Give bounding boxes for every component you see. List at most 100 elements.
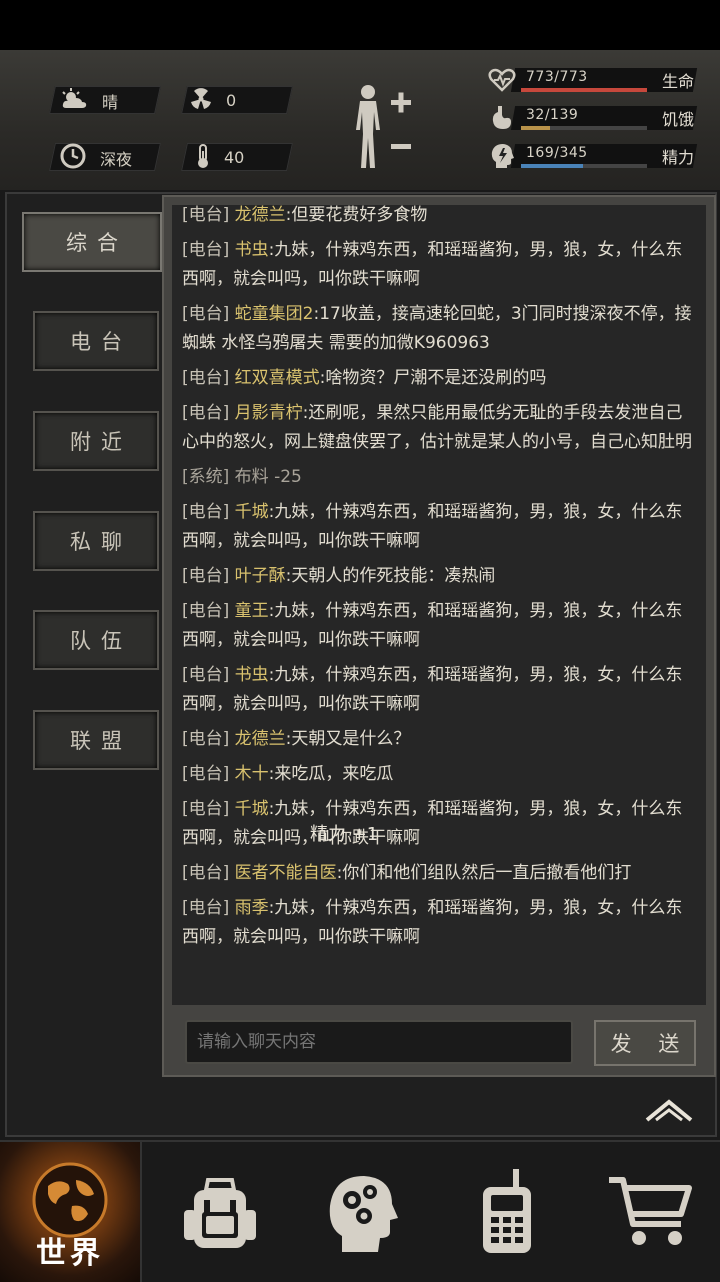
stomach-icon xyxy=(488,104,516,132)
message-channel-tag: [电台] xyxy=(182,566,230,586)
clock-icon xyxy=(60,143,86,172)
energy-gain-notice: 精力 +1 xyxy=(310,824,379,845)
message-sender[interactable]: 红双喜模式 xyxy=(235,368,320,388)
chat-message: [电台] 月影青柠:还刷呢，果然只能用最低劣无耻的手段去发泄自己心中的怒火，网上… xyxy=(182,399,694,457)
message-text: :天朝又是什么？ xyxy=(285,729,411,749)
message-sender[interactable]: 叶子酥 xyxy=(235,566,286,586)
radiation-indicator: 0 xyxy=(190,88,236,113)
radiation-value: 0 xyxy=(226,91,237,110)
human-body-icon xyxy=(356,85,411,168)
chat-message: [电台] 蛇童集团2:17收盖，接高速轮回蛇，3门同时搜深夜不停，接蜘蛛 水怪乌… xyxy=(182,300,694,358)
tab-nearby[interactable]: 附近 xyxy=(33,411,159,471)
message-channel-tag: [电台] xyxy=(182,403,230,423)
message-sender[interactable]: 龙德兰 xyxy=(235,205,286,225)
time-of-day-value: 深夜 xyxy=(100,149,133,169)
backpack-icon xyxy=(184,1178,256,1248)
chat-message: [电台] 童王:九妹，什辣鸡东西，和瑶瑶酱狗，男，狼，女，什么东西啊，就会叫吗，… xyxy=(182,597,694,655)
chat-message: [电台] 千城:九妹，什辣鸡东西，和瑶瑶酱狗，男，狼，女，什么东西啊，就会叫吗，… xyxy=(182,795,694,853)
walkie-talkie-icon xyxy=(483,1169,531,1253)
message-channel-tag: [电台] xyxy=(182,863,230,883)
message-channel-tag: [电台] xyxy=(182,665,230,685)
message-text: 布料 -25 xyxy=(234,467,302,487)
message-sender[interactable]: 千城 xyxy=(235,799,269,819)
tab-alliance[interactable]: 联盟 xyxy=(33,710,159,770)
energy-head-icon xyxy=(488,142,516,170)
message-sender[interactable]: 木十 xyxy=(235,764,269,784)
chat-log[interactable]: [电台] 龙德兰:但要花费好多食物 [电台] 书虫:九妹，什辣鸡东西，和瑶瑶酱狗，… xyxy=(172,205,706,1005)
message-sender[interactable]: 千城 xyxy=(235,502,269,522)
nav-world-label: 世界 xyxy=(36,1236,104,1271)
energy-value: 169/345 xyxy=(526,145,588,161)
chat-message: [电台] 龙德兰:天朝又是什么？ xyxy=(182,725,694,754)
message-text: :啥物资？尸潮不是还没刷的吗 xyxy=(319,368,547,388)
message-sender[interactable]: 龙德兰 xyxy=(235,729,286,749)
chat-message: [电台] 红双喜模式:啥物资？尸潮不是还没刷的吗 xyxy=(182,364,694,393)
temperature-indicator: 40 xyxy=(196,143,244,172)
collapse-button[interactable] xyxy=(644,1096,694,1124)
message-sender[interactable]: 书虫 xyxy=(235,665,269,685)
chat-message: [电台] 书虫:九妹，什辣鸡东西，和瑶瑶酱狗，男，狼，女，什么东西啊，就会叫吗，… xyxy=(182,661,694,719)
message-sender[interactable]: 医者不能自医 xyxy=(235,863,337,883)
chat-message: [电台] 千城:九妹，什辣鸡东西，和瑶瑶酱狗，男，狼，女，什么东西啊，就会叫吗，… xyxy=(182,498,694,556)
message-text: :天朝人的作死技能：凑热闹 xyxy=(285,566,496,586)
thermometer-icon xyxy=(196,143,210,172)
nav-shop[interactable] xyxy=(580,1142,720,1282)
message-channel-tag: [电台] xyxy=(182,368,230,388)
health-value: 773/773 xyxy=(526,69,588,85)
energy-label: 精力 xyxy=(662,148,695,167)
nav-radio[interactable] xyxy=(436,1142,576,1282)
time-indicator: 深夜 xyxy=(60,143,132,172)
chat-message: [电台] 木十:来吃瓜，来吃瓜 xyxy=(182,760,694,789)
hunger-value: 32/139 xyxy=(526,107,579,123)
bottom-nav: 世界 xyxy=(0,1140,720,1282)
message-text: :你们和他们组队然后一直后撤看他们打 xyxy=(336,863,632,883)
message-text: :但要花费好多食物 xyxy=(285,205,428,225)
nav-backpack[interactable] xyxy=(150,1142,290,1282)
message-channel-tag: [电台] xyxy=(182,240,230,260)
send-button[interactable]: 发 送 xyxy=(594,1020,696,1066)
tab-team[interactable]: 队伍 xyxy=(33,610,159,670)
message-channel-tag: [电台] xyxy=(182,304,230,324)
chat-message: [电台] 书虫:九妹，什辣鸡东西，和瑶瑶酱狗，男，狼，女，什么东西啊，就会叫吗，… xyxy=(182,236,694,294)
heart-pulse-icon xyxy=(488,66,516,94)
message-channel-tag: [电台] xyxy=(182,764,230,784)
body-status-button[interactable] xyxy=(348,82,418,172)
chat-message: [电台] 医者不能自医:你们和他们组队然后一直后撤看他们打 xyxy=(182,859,694,888)
tab-general[interactable]: 综合 xyxy=(22,212,162,272)
system-top-bar xyxy=(0,0,720,50)
tab-private[interactable]: 私聊 xyxy=(33,511,159,571)
nav-skills[interactable] xyxy=(292,1142,432,1282)
energy-fill xyxy=(521,164,583,168)
chat-message: [电台] 龙德兰:但要花费好多食物 xyxy=(182,205,694,230)
hunger-bar: 32/139 饥饿 xyxy=(488,104,708,134)
message-list: [电台] 龙德兰:但要花费好多食物 [电台] 书虫:九妹，什辣鸡东西，和瑶瑶酱狗，… xyxy=(182,205,694,958)
chat-input[interactable] xyxy=(185,1020,573,1064)
temperature-value: 40 xyxy=(224,148,245,167)
message-channel-tag: [电台] xyxy=(182,799,230,819)
nav-world[interactable]: 世界 xyxy=(0,1142,142,1282)
chat-message: [系统] 布料 -25 xyxy=(182,463,694,492)
chat-message: [电台] 叶子酥:天朝人的作死技能：凑热闹 xyxy=(182,562,694,591)
message-text: :来吃瓜，来吃瓜 xyxy=(268,764,394,784)
tab-radio[interactable]: 电台 xyxy=(33,311,159,371)
health-bar: 773/773 生命 xyxy=(488,66,708,96)
weather-indicator: 晴 xyxy=(60,88,118,113)
message-channel-tag: [电台] xyxy=(182,898,230,918)
message-sender[interactable]: 雨季 xyxy=(235,898,269,918)
message-channel-tag: [系统] xyxy=(182,467,230,487)
skills-head-icon xyxy=(329,1176,398,1252)
health-fill xyxy=(521,88,647,92)
chat-message: [电台] 雨季:九妹，什辣鸡东西，和瑶瑶酱狗，男，狼，女，什么东西啊，就会叫吗，… xyxy=(182,894,694,952)
shopping-cart-icon xyxy=(609,1177,692,1245)
message-channel-tag: [电台] xyxy=(182,502,230,522)
hunger-label: 饥饿 xyxy=(662,110,695,129)
message-sender[interactable]: 月影青柠 xyxy=(235,403,303,423)
weather-value: 晴 xyxy=(102,92,119,112)
message-sender[interactable]: 书虫 xyxy=(235,240,269,260)
message-sender[interactable]: 童王 xyxy=(235,601,269,621)
message-channel-tag: [电台] xyxy=(182,729,230,749)
message-channel-tag: [电台] xyxy=(182,205,230,225)
cloud-sun-icon xyxy=(60,88,88,113)
energy-bar: 169/345 精力 xyxy=(488,142,708,172)
message-sender[interactable]: 蛇童集团2 xyxy=(235,304,314,324)
